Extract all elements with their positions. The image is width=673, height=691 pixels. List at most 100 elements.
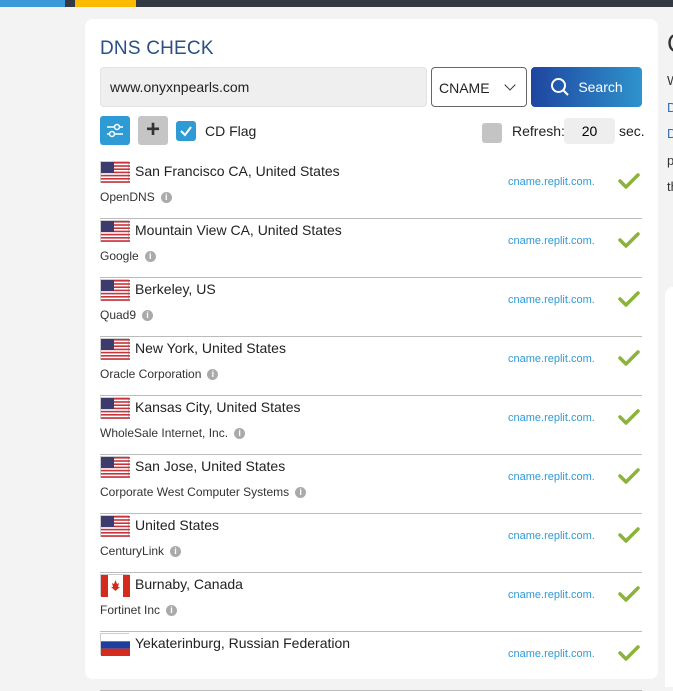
provider-name: CenturyLink [100, 544, 165, 558]
chevron-down-icon [504, 79, 516, 91]
provider-name: Corporate West Computer Systems [100, 485, 290, 499]
result-row: San Jose, United States Corporate West C… [100, 455, 642, 514]
result-row: Burnaby, Canada Fortinet Inc i cname.repl… [100, 573, 642, 632]
result-value[interactable]: cname.replit.com. [508, 589, 595, 601]
check-icon [618, 173, 640, 189]
provider-name: Oracle Corporation [100, 367, 202, 381]
side-text-line: D [667, 126, 673, 141]
sliders-icon [107, 123, 123, 138]
side-text-line: D [667, 99, 673, 115]
result-value[interactable]: cname.replit.com. [508, 353, 595, 365]
flag-us-icon [100, 515, 130, 537]
check-icon [618, 527, 640, 543]
side-text-line: p [667, 152, 673, 168]
result-value[interactable]: cname.replit.com. [508, 648, 595, 660]
cd-flag-checkbox[interactable] [176, 121, 196, 141]
search-button[interactable]: Search [531, 67, 642, 107]
check-icon [618, 468, 640, 484]
nav-accent-yellow [75, 0, 136, 7]
top-nav-bar [0, 0, 673, 7]
check-icon [618, 586, 640, 602]
side-heading: C [667, 28, 673, 59]
location: United States [135, 517, 220, 533]
provider-name: Quad9 [100, 308, 137, 322]
info-icon[interactable]: i [295, 487, 307, 499]
result-row: Kansas City, United States WholeSale Int… [100, 396, 642, 455]
result-row: Berkeley, US Quad9 i cname.replit.com. [100, 278, 642, 337]
flag-us-icon [100, 456, 130, 478]
provider: Fortinet Inc i [100, 603, 178, 617]
flag-us-icon [100, 161, 130, 183]
location: Berkeley, US [135, 281, 216, 297]
location: Yekaterinburg, Russian Federation [135, 635, 351, 651]
provider: Google i [100, 249, 156, 263]
page-title: DNS CHECK [100, 38, 214, 59]
side-text-line: W [667, 68, 673, 95]
dns-check-card: DNS CHECK CNAME Search + CD Flag Refresh… [85, 19, 658, 691]
provider-name: Google [100, 249, 139, 263]
result-value[interactable]: cname.replit.com. [508, 294, 595, 306]
plus-icon: + [145, 116, 160, 143]
result-row: Mountain View CA, United States Google i … [100, 219, 642, 278]
side-text-line: th [667, 179, 673, 194]
side-card [665, 287, 673, 687]
flag-us-icon [100, 397, 130, 419]
location: Mountain View CA, United States [135, 222, 342, 238]
checkmark-icon [180, 126, 192, 137]
refresh-checkbox[interactable] [482, 123, 502, 143]
result-value[interactable]: cname.replit.com. [508, 530, 595, 542]
results-list: San Francisco CA, United States OpenDNS i… [100, 160, 642, 691]
provider: WholeSale Internet, Inc. i [100, 426, 246, 440]
info-icon[interactable]: i [144, 251, 156, 263]
refresh-interval-input[interactable]: 20 [564, 118, 615, 144]
location: San Jose, United States [135, 458, 286, 474]
record-type-value: CNAME [439, 80, 490, 96]
provider: Corporate West Computer Systems i [100, 485, 307, 499]
result-value[interactable]: cname.replit.com. [508, 471, 595, 483]
info-icon[interactable]: i [170, 546, 182, 558]
result-value[interactable]: cname.replit.com. [508, 235, 595, 247]
search-label: Search [578, 79, 623, 95]
result-row: San Francisco CA, United States OpenDNS i… [100, 160, 642, 219]
location: Kansas City, United States [135, 399, 301, 415]
check-icon [618, 409, 640, 425]
location: Burnaby, Canada [135, 576, 243, 592]
flag-us-icon [100, 279, 130, 301]
info-icon[interactable]: i [234, 428, 246, 440]
result-row: United States CenturyLink i cname.replit.… [100, 514, 642, 573]
info-icon[interactable]: i [160, 192, 172, 204]
info-icon[interactable]: i [142, 310, 154, 322]
provider: Oracle Corporation i [100, 367, 219, 381]
check-icon [618, 645, 640, 661]
location: New York, United States [135, 340, 286, 356]
domain-input[interactable] [100, 67, 427, 107]
refresh-unit: sec. [619, 123, 645, 139]
check-icon [618, 232, 640, 248]
flag-us-icon [100, 338, 130, 360]
provider: Quad9 i [100, 308, 154, 322]
location: San Francisco CA, United States [135, 163, 340, 179]
options-button[interactable] [100, 116, 130, 145]
result-row: Yekaterinburg, Russian Federation cname.… [100, 632, 642, 691]
result-row: New York, United States Oracle Corporati… [100, 337, 642, 396]
record-type-select[interactable]: CNAME [431, 67, 527, 107]
check-icon [618, 291, 640, 307]
provider-name: Fortinet Inc [100, 603, 161, 617]
provider: CenturyLink i [100, 544, 182, 558]
flag-ca-icon [100, 574, 130, 597]
result-value[interactable]: cname.replit.com. [508, 412, 595, 424]
side-text: WDDpth [667, 68, 673, 201]
flag-ru-icon [100, 633, 130, 656]
add-button[interactable]: + [138, 116, 168, 145]
nav-accent-blue [0, 0, 65, 7]
info-icon[interactable]: i [207, 369, 219, 381]
refresh-label: Refresh: [512, 123, 565, 139]
cd-flag-label: CD Flag [205, 123, 257, 139]
provider-name: WholeSale Internet, Inc. [100, 426, 229, 440]
check-icon [618, 350, 640, 366]
result-value[interactable]: cname.replit.com. [508, 176, 595, 188]
info-icon[interactable]: i [166, 605, 178, 617]
provider: OpenDNS i [100, 190, 172, 204]
provider-name: OpenDNS [100, 190, 155, 204]
search-icon [551, 78, 570, 96]
